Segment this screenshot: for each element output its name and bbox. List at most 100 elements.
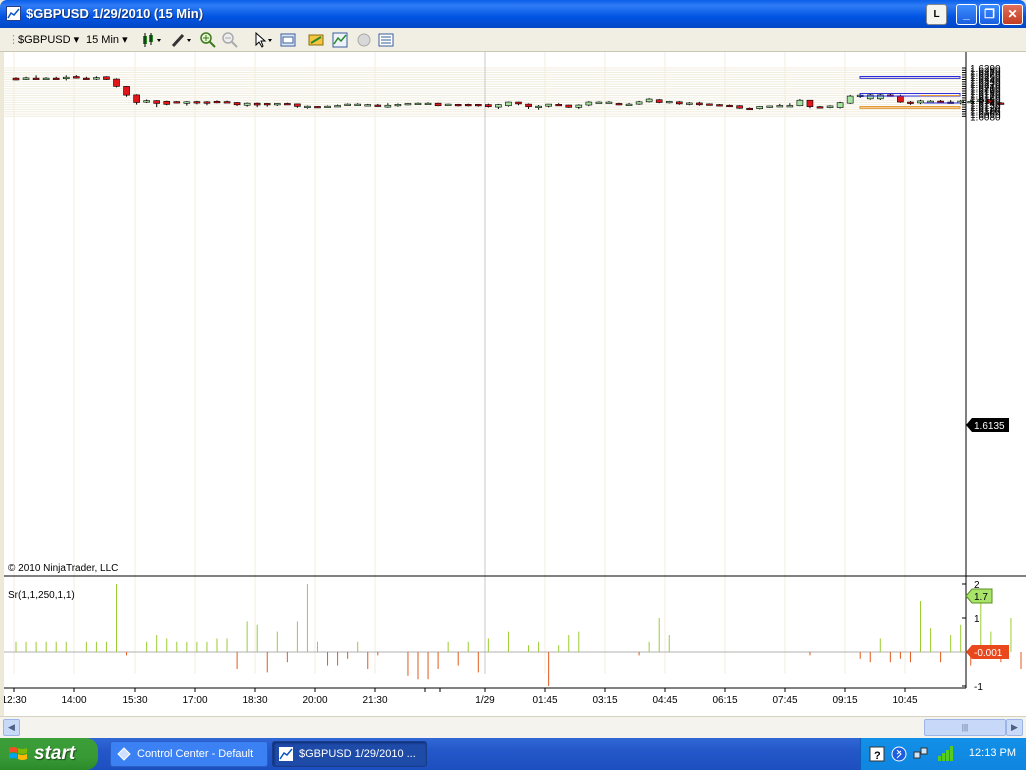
- candle-body: [464, 104, 472, 107]
- candle-body: [12, 77, 20, 81]
- candle-body: [263, 103, 271, 106]
- window-titlebar[interactable]: $GBPUSD 1/29/2010 (15 Min) L _ ❐ ✕: [0, 0, 1026, 28]
- candle-body: [223, 101, 231, 104]
- candle-body: [505, 101, 512, 107]
- x-tick-label: 15:30: [122, 695, 147, 706]
- candle-body: [474, 104, 482, 107]
- chart-panel[interactable]: 1.6290 1.6280 1.6270 1.6260 1.6250 1.6240 1.62…: [0, 52, 1026, 716]
- candle-body: [153, 100, 160, 104]
- candle-body: [716, 104, 723, 107]
- bluetooth-icon[interactable]: [891, 746, 907, 762]
- candle-body: [414, 102, 422, 105]
- candle-body: [675, 101, 683, 105]
- candle-body: [655, 99, 663, 103]
- chevron-down-icon: ▾: [122, 34, 128, 46]
- candle-body: [113, 78, 120, 87]
- scroll-left-button[interactable]: ◀: [3, 719, 20, 736]
- candle-body: [545, 103, 552, 107]
- start-button[interactable]: start: [0, 738, 98, 770]
- chart-trader-icon[interactable]: [378, 32, 394, 48]
- candle-body: [615, 103, 623, 106]
- candle-body: [907, 101, 914, 104]
- candle-body: [133, 94, 140, 103]
- candle-body: [575, 104, 583, 108]
- candle-body: [454, 104, 462, 107]
- candle-body: [826, 105, 834, 108]
- interval-selector[interactable]: 15 Min ▾: [86, 32, 128, 48]
- window-title: $GBPUSD 1/29/2010 (15 Min): [26, 6, 204, 21]
- chevron-down-icon: ▾: [73, 34, 80, 46]
- link-button[interactable]: L: [926, 4, 947, 25]
- candle-body: [515, 101, 522, 105]
- control-center-icon: [117, 747, 131, 761]
- properties-icon[interactable]: [356, 32, 372, 48]
- horizontal-scrollbar[interactable]: ◀ ||| ▶: [0, 716, 1026, 738]
- candle-body: [836, 102, 844, 108]
- candle-body: [83, 77, 90, 80]
- data-box-icon[interactable]: [280, 32, 296, 48]
- candle-body: [233, 102, 241, 106]
- candle-body: [927, 100, 934, 103]
- clock: 12:13 PM: [968, 747, 1016, 759]
- candle-body: [394, 104, 402, 107]
- candle-body: [746, 107, 753, 111]
- candle-body: [253, 102, 261, 106]
- candle-body: [625, 103, 633, 106]
- zoom-out-icon[interactable]: [222, 32, 238, 48]
- candlestick-style-icon[interactable]: [140, 32, 164, 48]
- candle-body: [776, 105, 784, 108]
- candle-body: [495, 104, 502, 108]
- indicator-positive-label: 1.7: [974, 592, 988, 603]
- candle-body: [736, 105, 743, 109]
- y-tick-label: 1.6080: [970, 112, 1001, 123]
- task-gbpusd-chart[interactable]: $GBPUSD 1/29/2010 ...: [272, 741, 427, 767]
- indicator-y-tick-label: -1: [974, 682, 983, 693]
- candle-body: [273, 103, 281, 106]
- candle-body: [374, 104, 382, 107]
- scroll-right-button[interactable]: ▶: [1006, 719, 1023, 736]
- maximize-button[interactable]: ❐: [979, 4, 1000, 25]
- candle-body: [73, 76, 80, 79]
- zoom-in-icon[interactable]: [200, 32, 216, 48]
- minimize-button[interactable]: _: [956, 4, 977, 25]
- candle-body: [243, 102, 251, 106]
- network-icon[interactable]: [913, 746, 929, 762]
- indicators-icon[interactable]: [332, 32, 348, 48]
- chart-toolbar: ⋮ $GBPUSD ▾ 15 Min ▾: [0, 28, 1026, 52]
- x-tick-label: 04:45: [652, 695, 677, 706]
- close-button[interactable]: ✕: [1002, 4, 1023, 25]
- x-tick-label: 07:45: [772, 695, 797, 706]
- indicator-positive-marker: 1.7: [965, 588, 993, 604]
- candle-body: [294, 103, 301, 107]
- pointer-icon[interactable]: [252, 31, 276, 48]
- windows-taskbar: start Control Center - Default $GBPUSD 1…: [0, 738, 1026, 770]
- scroll-thumb[interactable]: |||: [924, 719, 1006, 736]
- chart-window-icon: [279, 747, 293, 761]
- strategies-icon[interactable]: [308, 32, 324, 48]
- candle-body: [193, 101, 201, 104]
- candle-body: [404, 103, 412, 106]
- candle-body: [937, 100, 944, 103]
- candle-body: [706, 103, 713, 106]
- candle-body: [183, 101, 191, 104]
- candle-body: [93, 77, 100, 80]
- x-tick-label: 14:00: [61, 695, 86, 706]
- price-chart[interactable]: 1.62901.62801.62701.62601.62501.62401.62…: [4, 52, 1026, 716]
- candle-body: [284, 103, 291, 106]
- x-tick-label: 09:15: [832, 695, 857, 706]
- signal-strength-icon[interactable]: [937, 744, 955, 762]
- task-control-center[interactable]: Control Center - Default: [110, 741, 268, 767]
- draw-pencil-icon[interactable]: [170, 32, 194, 48]
- current-price-marker: 1.6135: [966, 418, 1009, 432]
- system-tray: ? 12:13 PM: [860, 738, 1026, 770]
- candle-body: [354, 103, 362, 106]
- help-icon[interactable]: ?: [869, 746, 885, 762]
- candle-body: [304, 105, 311, 108]
- candle-body: [163, 101, 171, 105]
- candle-body: [726, 104, 733, 108]
- instrument-selector[interactable]: $GBPUSD ▾: [18, 32, 79, 48]
- task-label: Control Center - Default: [137, 748, 254, 760]
- x-tick-label: 18:30: [242, 695, 267, 706]
- candle-body: [897, 95, 904, 103]
- indicator-negative-marker: -0.001: [966, 645, 1009, 659]
